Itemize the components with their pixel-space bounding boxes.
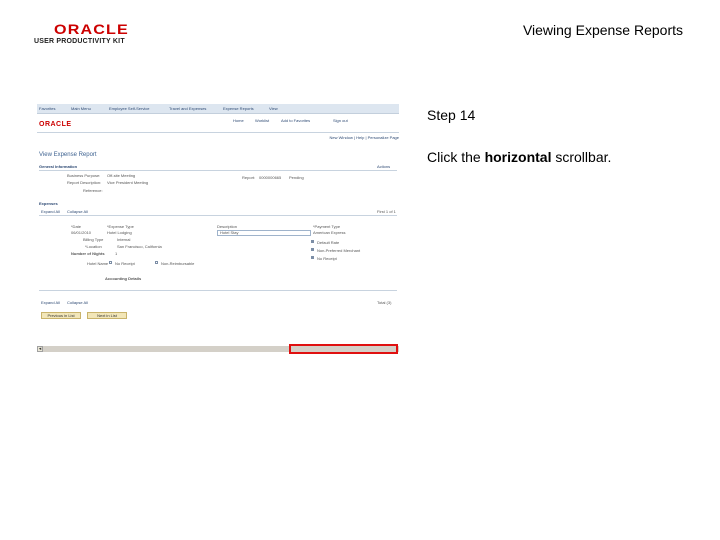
menu-item[interactable]: Main Menu [71, 106, 91, 111]
step-number: Step 14 [427, 107, 476, 123]
scroll-left-arrow-icon[interactable]: ◂ [37, 346, 43, 352]
expenses-heading: Expenses [39, 201, 58, 206]
menu-item[interactable]: Expense Reports [223, 106, 254, 111]
non-reimbursable-label: Non-Reimbursable [161, 261, 195, 266]
report-status: Pending [289, 175, 304, 180]
logo-subtitle: USER PRODUCTIVITY KIT [34, 38, 125, 45]
expense-type-label: *Expense Type [107, 224, 134, 229]
reference-label: Reference: [83, 188, 103, 193]
instruction-emphasis: horizontal [484, 149, 552, 165]
app-logo: ORACLE [39, 121, 72, 128]
non-reimbursable-checkbox[interactable] [155, 261, 158, 264]
expense-type-value: Hotel Lodging [107, 230, 132, 235]
step-instruction: Click the horizontal scrollbar. [427, 149, 611, 165]
report-description-label: Report Description: [67, 180, 102, 185]
date-label: *Date [71, 224, 82, 229]
divider [39, 215, 397, 216]
accounting-details-link[interactable]: Accounting Details [105, 276, 141, 281]
collapse-all-link-bottom[interactable]: Collapse All [67, 300, 88, 305]
no-receipt-checkbox[interactable] [109, 261, 112, 264]
payment-type-value: American Express [313, 230, 346, 235]
default-rate-label: Default Rate [317, 240, 340, 245]
header-link[interactable]: Add to Favorites [281, 118, 310, 123]
menu-item[interactable]: Employee Self-Service [109, 106, 149, 111]
payment-type-label: *Payment Type [313, 224, 341, 229]
description-input[interactable]: Hotel Stay [217, 230, 311, 236]
instruction-suffix: scrollbar. [551, 149, 612, 165]
instruction-prefix: Click the [427, 149, 485, 165]
header-link[interactable]: Sign out [333, 118, 348, 123]
nights-label: Number of Nights [71, 251, 105, 256]
scrollbar-highlight-box[interactable] [289, 344, 398, 354]
hotel-name-label: Hotel Name [87, 261, 109, 266]
billing-type-value: Internal [117, 237, 131, 242]
expand-all-link-bottom[interactable]: Expand All [41, 300, 60, 305]
app-menu-bar: Favorites Main Menu Employee Self-Servic… [37, 104, 399, 114]
expand-all-link[interactable]: Expand All [41, 209, 60, 214]
total-label: Total (3) [377, 300, 392, 305]
header-link[interactable]: Home [233, 118, 244, 123]
divider [39, 290, 397, 291]
page-title: View Expense Report [39, 152, 97, 158]
location-value: San Francisco, California [117, 244, 162, 249]
menu-item[interactable]: Travel and Expenses [169, 106, 206, 111]
row-count: First 1 of 1 [377, 209, 396, 214]
new-window-links[interactable]: New Window | Help | Personalize Page [330, 135, 399, 140]
report-description-value: Vice President Meeting [107, 180, 149, 185]
menu-item[interactable]: Favorites [39, 106, 55, 111]
next-in-list-button[interactable]: Next in List [87, 312, 127, 319]
no-receipt-label: No Receipt [115, 261, 135, 266]
location-label: *Location [85, 244, 102, 249]
no-receipt-label-2: No Receipt [317, 256, 337, 261]
collapse-all-link[interactable]: Collapse All [67, 209, 88, 214]
non-preferred-checkbox[interactable] [311, 248, 314, 251]
business-purpose-value: Off-site Meeting [107, 173, 136, 178]
actions-link[interactable]: Actions [377, 164, 390, 169]
header-link[interactable]: Worklist [255, 118, 269, 123]
menu-item[interactable]: View [269, 106, 278, 111]
oracle-upk-logo: ORACLE USER PRODUCTIVITY KIT [34, 22, 134, 46]
non-preferred-label: Non-Preferred Merchant [317, 248, 361, 253]
screenshot-thumbnail: Favorites Main Menu Employee Self-Servic… [37, 104, 399, 356]
business-purpose-label: Business Purpose: [67, 173, 101, 178]
report-id: 0000000665 [259, 175, 282, 180]
oracle-logo-word: ORACLE [54, 21, 129, 37]
general-info-heading: General Information [39, 164, 78, 169]
report-label: Report: [242, 175, 256, 180]
description-label: Description [217, 224, 238, 229]
no-receipt-checkbox-2[interactable] [311, 256, 314, 259]
date-value: 06/01/2010 [71, 230, 92, 235]
billing-type-label: Billing Type [83, 237, 104, 242]
divider [37, 132, 399, 133]
divider [39, 170, 397, 171]
description-value: Hotel Stay [220, 230, 239, 235]
previous-in-list-button[interactable]: Previous in List [41, 312, 81, 319]
nights-value: 1 [115, 251, 118, 256]
slide-title: Viewing Expense Reports [522, 22, 683, 38]
default-rate-checkbox[interactable] [311, 240, 314, 243]
